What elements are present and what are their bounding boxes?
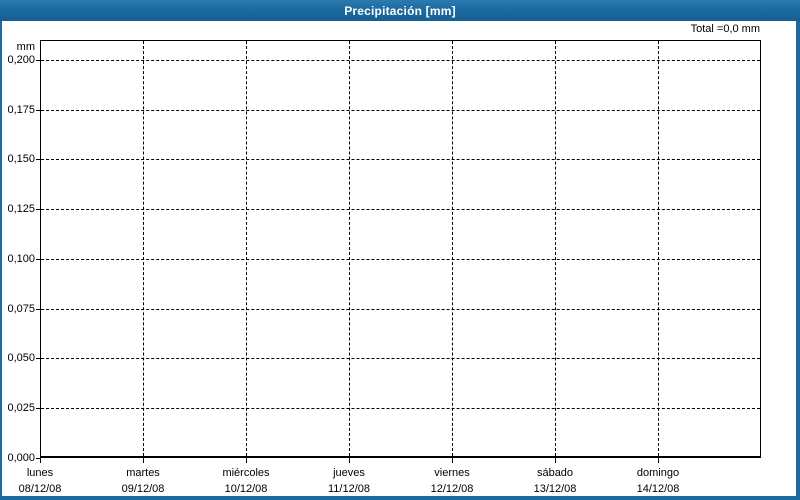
x-tick: [658, 458, 659, 463]
x-tick: [349, 458, 350, 463]
day-name-label: domingo: [636, 467, 680, 479]
y-axis-unit-label: mm: [16, 41, 35, 53]
x-tick: [40, 458, 41, 463]
panel-border-bottom: [0, 496, 800, 500]
x-category-label: martes 09/12/08: [92, 465, 194, 497]
x-tick: [555, 458, 556, 463]
date-label: 11/12/08: [327, 483, 370, 495]
y-tick-label: 0,150: [7, 153, 35, 165]
date-label: 14/12/08: [636, 483, 680, 495]
y-tick-label: 0,000: [7, 452, 35, 464]
x-tick: [452, 458, 453, 463]
x-category-label: lunes 08/12/08: [0, 465, 91, 497]
date-label: 10/12/08: [224, 483, 268, 495]
y-tick-label: 0,025: [7, 402, 35, 414]
y-tick-label: 0,100: [7, 253, 35, 265]
x-category-label: sábado 13/12/08: [504, 465, 606, 497]
panel-border-right: [796, 21, 800, 500]
date-label: 12/12/08: [430, 483, 474, 495]
plot-area: [40, 40, 761, 458]
x-category-label: domingo 14/12/08: [607, 465, 709, 497]
y-tick-label: 0,075: [7, 303, 35, 315]
chart-title-bar: Precipitación [mm]: [0, 0, 800, 21]
day-name-label: lunes: [26, 467, 54, 479]
precipitation-chart-panel: Precipitación [mm] Total =0,0 mm mm 0,00…: [0, 0, 800, 500]
x-category-label: miércoles 10/12/08: [195, 465, 297, 497]
day-name-label: miércoles: [222, 467, 270, 479]
x-tick: [246, 458, 247, 463]
y-tick-label: 0,050: [7, 352, 35, 364]
y-tick-label: 0,200: [7, 54, 35, 66]
x-category-label: jueves 11/12/08: [298, 465, 400, 497]
y-tick-label: 0,175: [7, 104, 35, 116]
chart-title: Precipitación [mm]: [344, 3, 456, 18]
day-name-label: sábado: [536, 467, 574, 479]
y-tick-label: 0,125: [7, 203, 35, 215]
y-tick: [36, 458, 40, 459]
date-label: 13/12/08: [533, 483, 577, 495]
day-name-label: martes: [126, 467, 160, 479]
panel-border-left: [0, 21, 2, 500]
total-label: Total =0,0 mm: [690, 23, 760, 35]
x-category-label: viernes 12/12/08: [401, 465, 503, 497]
x-tick: [143, 458, 144, 463]
day-name-label: viernes: [434, 467, 470, 479]
date-label: 08/12/08: [18, 483, 62, 495]
day-name-label: jueves: [333, 467, 365, 479]
date-label: 09/12/08: [121, 483, 165, 495]
